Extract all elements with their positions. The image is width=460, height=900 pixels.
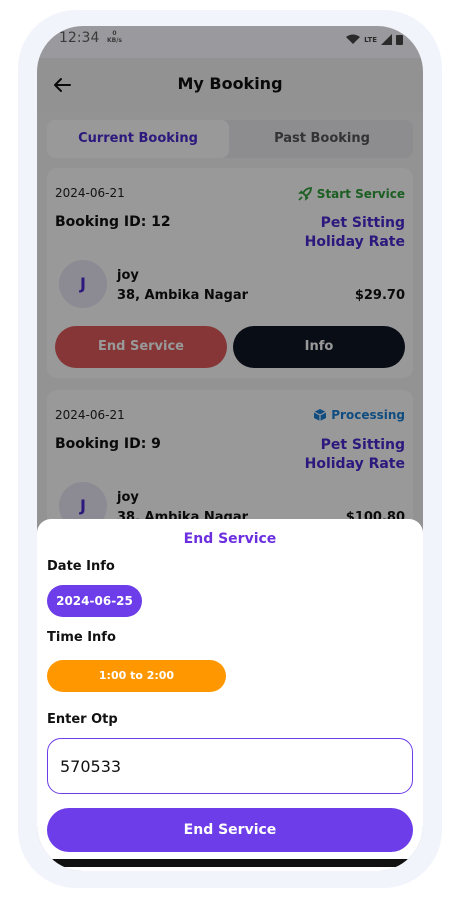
status-bar: 12:34 0 KB/s LTE (37, 26, 423, 58)
signal-icon (381, 34, 392, 45)
battery-icon (396, 35, 403, 45)
home-indicator (49, 859, 411, 867)
time-info-label: Time Info (47, 630, 116, 645)
network-speed-unit: KB/s (107, 37, 122, 44)
phone-screen: 12:34 0 KB/s LTE My Booking Current Book… (37, 26, 423, 871)
network-speed-value: 0 (112, 30, 117, 37)
status-icons: LTE (346, 34, 403, 45)
time-pill: 1:00 to 2:00 (47, 660, 226, 692)
wifi-icon (346, 34, 361, 44)
otp-label: Enter Otp (47, 712, 118, 727)
end-service-sheet: End Service Date Info 2024-06-25 Time In… (37, 519, 423, 871)
sheet-title: End Service (183, 531, 277, 547)
network-speed: 0 KB/s (107, 30, 122, 44)
end-service-submit-button[interactable]: End Service (47, 808, 413, 852)
date-pill: 2024-06-25 (47, 585, 142, 617)
lte-label: LTE (364, 35, 377, 44)
date-info-label: Date Info (47, 559, 115, 574)
status-time: 12:34 (59, 30, 100, 46)
otp-input[interactable] (47, 738, 413, 794)
